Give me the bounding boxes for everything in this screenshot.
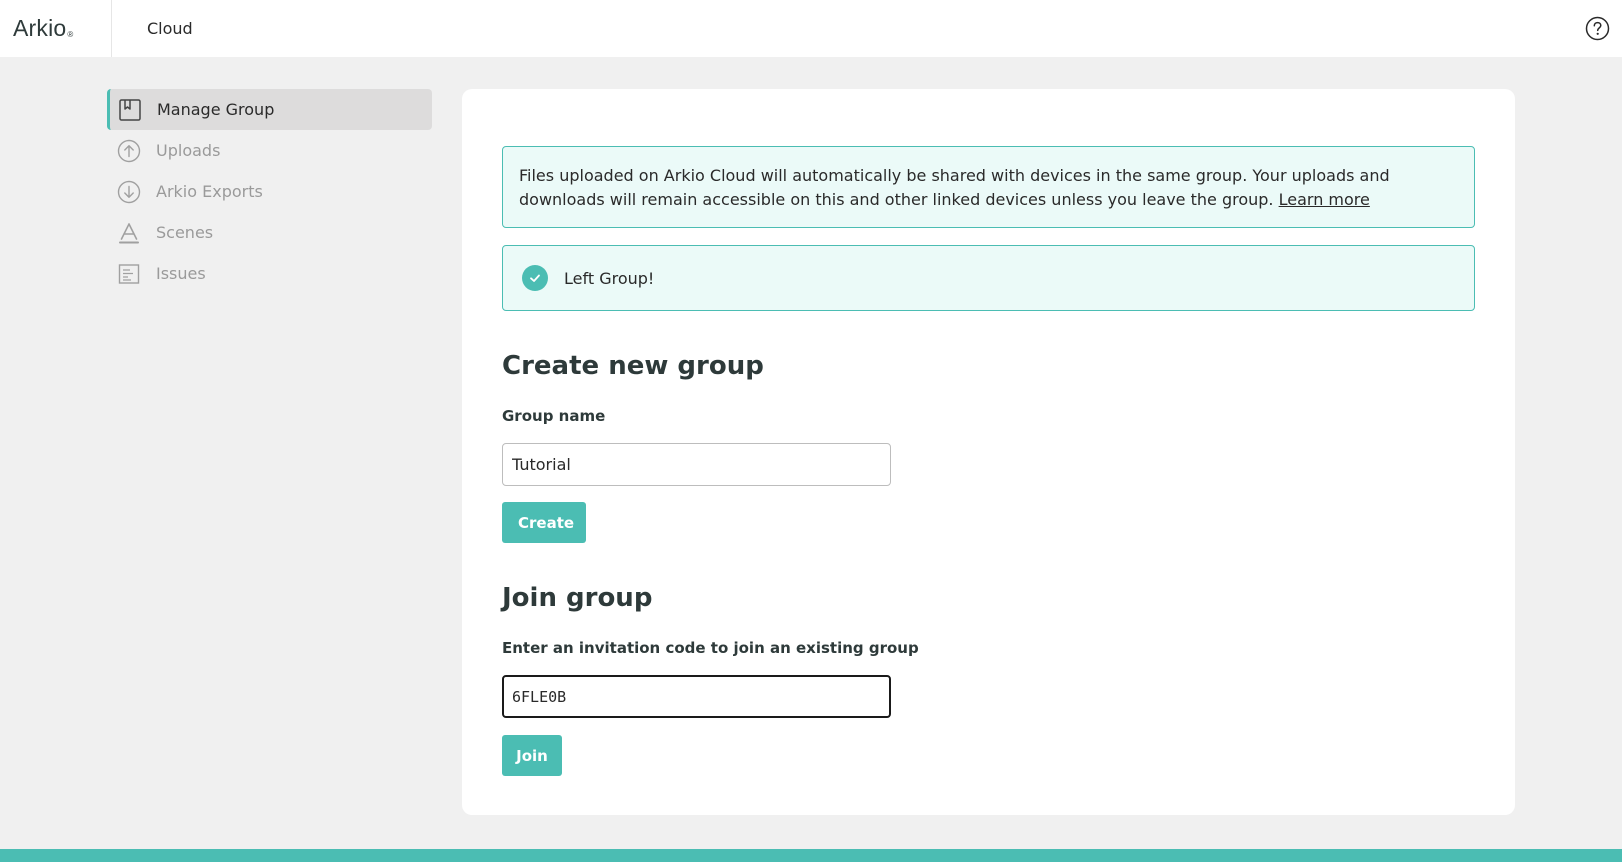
question-circle-icon[interactable] bbox=[1585, 16, 1610, 41]
success-notice-text: Left Group! bbox=[564, 268, 655, 288]
sidebar-item-manage-group[interactable]: Manage Group bbox=[107, 89, 432, 130]
sidebar-item-label: Arkio Exports bbox=[156, 182, 263, 201]
invitation-code-label: Enter an invitation code to join an exis… bbox=[502, 639, 919, 657]
issues-list-icon bbox=[117, 262, 141, 286]
sidebar-item-arkio-exports[interactable]: Arkio Exports bbox=[107, 171, 432, 212]
sidebar-item-label: Manage Group bbox=[157, 100, 275, 119]
sidebar-item-scenes[interactable]: Scenes bbox=[107, 212, 432, 253]
footer-accent-bar bbox=[0, 849, 1622, 862]
join-group-heading: Join group bbox=[502, 583, 653, 613]
success-notice: Left Group! bbox=[502, 245, 1475, 311]
page-title: Cloud bbox=[147, 19, 193, 38]
join-button[interactable]: Join bbox=[502, 735, 562, 776]
sidebar: Manage Group Uploads Arkio Exports Scene… bbox=[107, 89, 432, 294]
sidebar-item-label: Scenes bbox=[156, 223, 214, 242]
top-bar: Arkio ® Cloud bbox=[0, 0, 1622, 57]
info-notice: Files uploaded on Arkio Cloud will autom… bbox=[502, 146, 1475, 228]
create-button[interactable]: Create bbox=[502, 502, 586, 543]
logo-wordmark: Arkio ® bbox=[13, 15, 74, 42]
arrow-up-circle-icon bbox=[117, 139, 141, 163]
check-icon bbox=[522, 265, 548, 291]
bookmark-icon bbox=[118, 98, 142, 122]
sidebar-item-uploads[interactable]: Uploads bbox=[107, 130, 432, 171]
sidebar-item-issues[interactable]: Issues bbox=[107, 253, 432, 294]
sidebar-item-label: Issues bbox=[156, 264, 206, 283]
manage-group-panel: Files uploaded on Arkio Cloud will autom… bbox=[462, 89, 1515, 815]
group-name-label: Group name bbox=[502, 407, 606, 425]
learn-more-link[interactable]: Learn more bbox=[1279, 190, 1370, 209]
scenes-triangle-icon bbox=[117, 221, 141, 245]
logo-registered-mark: ® bbox=[67, 30, 74, 39]
info-notice-text: Files uploaded on Arkio Cloud will autom… bbox=[519, 166, 1390, 209]
arrow-down-circle-icon bbox=[117, 180, 141, 204]
group-name-input[interactable] bbox=[502, 443, 891, 486]
logo[interactable]: Arkio ® bbox=[0, 0, 112, 57]
logo-text: Arkio bbox=[13, 15, 67, 41]
create-group-heading: Create new group bbox=[502, 351, 764, 381]
invitation-code-input[interactable] bbox=[502, 675, 891, 718]
sidebar-item-label: Uploads bbox=[156, 141, 221, 160]
